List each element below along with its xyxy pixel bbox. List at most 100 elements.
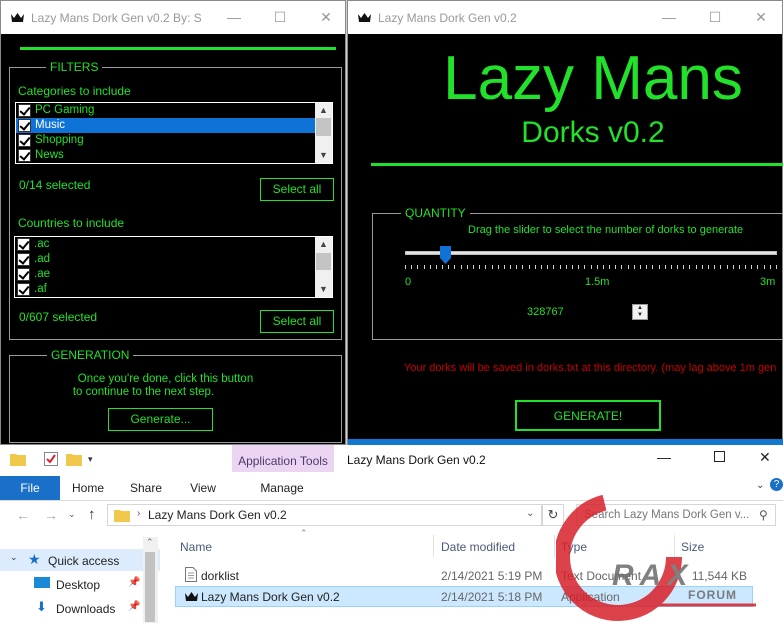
list-item[interactable]: .ae (15, 267, 332, 282)
recent-locations-icon[interactable]: ⌄ (68, 509, 76, 520)
list-item[interactable]: News (16, 148, 332, 163)
breadcrumb[interactable]: Lazy Mans Dork Gen v0.2 (148, 508, 287, 522)
slider-tick (516, 265, 518, 269)
nav-scrollbar[interactable]: ⌃ (143, 537, 158, 623)
scroll-thumb[interactable] (145, 552, 155, 622)
select-all-categories-button[interactable]: Select all (260, 178, 334, 201)
slider-tick (466, 265, 468, 269)
address-bar[interactable]: › Lazy Mans Dork Gen v0.2 ⌄ (107, 504, 542, 526)
close-button[interactable]: ✕ (759, 449, 771, 466)
slider-tick (429, 265, 431, 269)
list-item[interactable]: PC Gaming (16, 103, 332, 118)
quantity-slider-thumb[interactable] (440, 246, 452, 264)
minimize-button[interactable]: — (211, 1, 257, 34)
address-dropdown-icon[interactable]: ⌄ (526, 508, 534, 519)
expand-chevron-icon[interactable]: ⌄ (10, 552, 18, 563)
search-icon[interactable]: ⚲ (759, 508, 768, 522)
select-all-countries-button[interactable]: Select all (260, 310, 334, 333)
checkbox[interactable] (18, 149, 31, 162)
sidebar-item-label[interactable]: Quick access (48, 554, 119, 568)
list-item-selected[interactable]: Music (16, 118, 332, 133)
slider-tick (435, 265, 437, 269)
checkbox[interactable] (17, 268, 30, 281)
folder-icon[interactable] (10, 452, 26, 466)
slider-tick (541, 265, 543, 269)
checkbox[interactable] (17, 253, 30, 266)
close-button[interactable]: ✕ (303, 1, 349, 34)
column-name[interactable]: Name (180, 540, 212, 554)
customize-toolbar-icon[interactable]: ▾ (88, 454, 93, 465)
sidebar-item-downloads[interactable]: Downloads (56, 602, 115, 616)
pin-icon[interactable]: 📌 (128, 577, 140, 588)
slider-tick (689, 265, 691, 269)
back-arrow-icon[interactable]: ← (16, 507, 30, 523)
maximize-button[interactable]: ☐ (257, 1, 303, 34)
slider-tick (448, 265, 450, 269)
checkbox[interactable] (17, 283, 30, 296)
tab-home[interactable]: Home (60, 476, 116, 500)
title-bar[interactable]: Lazy Mans Dork Gen v0.2 By: Sto... — ☐ ✕ (1, 1, 345, 34)
slider-tick (584, 265, 586, 269)
app-heading: Lazy Mans (443, 44, 743, 113)
scroll-down-arrow-icon[interactable]: ▼ (315, 282, 332, 297)
title-bar[interactable]: Lazy Mans Dork Gen v0.2 — ☐ ✕ (348, 1, 782, 34)
help-icon[interactable]: ? (770, 478, 783, 491)
vertical-scrollbar[interactable]: ▲ ▼ (315, 103, 332, 163)
maximize-button[interactable]: ☐ (692, 1, 738, 34)
column-date-modified[interactable]: Date modified (441, 540, 515, 554)
stepper-up-icon[interactable]: ▲ (633, 305, 647, 312)
categories-count: 0/14 selected (19, 178, 91, 192)
generate-button[interactable]: GENERATE! (515, 400, 661, 431)
up-arrow-icon[interactable]: ↑ (88, 506, 96, 523)
tab-share[interactable]: Share (116, 476, 176, 500)
breadcrumb-chevron-icon[interactable]: › (137, 508, 140, 519)
slider-tick (664, 265, 666, 269)
column-divider[interactable] (433, 535, 434, 557)
column-divider[interactable] (554, 535, 555, 557)
checkbox[interactable] (17, 238, 30, 251)
quantity-stepper[interactable]: ▲ ▼ (632, 304, 648, 320)
pin-icon[interactable]: 📌 (128, 601, 140, 612)
forward-arrow-icon[interactable]: → (44, 507, 58, 523)
scroll-thumb[interactable] (316, 253, 331, 270)
new-folder-icon[interactable] (66, 452, 82, 466)
list-item[interactable]: .af (15, 282, 332, 297)
slider-tick (677, 265, 679, 269)
checkbox[interactable] (18, 104, 31, 117)
close-button[interactable]: ✕ (738, 1, 783, 34)
scroll-up-arrow-icon[interactable]: ⌃ (146, 537, 154, 548)
slider-tick (565, 265, 567, 269)
tab-file[interactable]: File (0, 476, 60, 500)
scroll-thumb[interactable] (316, 118, 331, 136)
list-item[interactable]: Shopping (16, 133, 332, 148)
minimize-button[interactable]: — (657, 449, 671, 465)
slider-max-label: 3m (760, 276, 776, 288)
properties-icon[interactable] (44, 452, 58, 466)
tab-manage[interactable]: Manage (232, 476, 332, 500)
categories-list[interactable]: PC Gaming Music Shopping News ▲ ▼ (15, 102, 333, 164)
slider-tick (503, 265, 505, 269)
scroll-up-arrow-icon[interactable]: ▲ (315, 103, 332, 118)
stepper-down-icon[interactable]: ▼ (633, 312, 647, 319)
scroll-down-arrow-icon[interactable]: ▼ (315, 148, 332, 163)
checkbox[interactable] (18, 119, 31, 132)
slider-tick (559, 265, 561, 269)
expand-ribbon-icon[interactable]: ⌄ (756, 480, 764, 491)
list-item[interactable]: .ad (15, 252, 332, 267)
slider-tick (510, 265, 512, 269)
scroll-up-arrow-icon[interactable]: ▲ (315, 237, 332, 252)
generation-group: GENERATION Once you're done, click this … (9, 348, 342, 443)
checkbox[interactable] (18, 134, 31, 147)
tab-view[interactable]: View (176, 476, 230, 500)
list-item[interactable]: .ac (15, 237, 332, 252)
countries-list[interactable]: .ac .ad .ae .af ▲ ▼ (14, 236, 333, 298)
generate-next-button[interactable]: Generate... (108, 408, 213, 431)
vertical-scrollbar[interactable]: ▲ ▼ (315, 237, 332, 297)
filters-label: FILTERS (46, 60, 103, 74)
sidebar-item-desktop[interactable]: Desktop (56, 578, 100, 592)
slider-tick (491, 265, 493, 269)
minimize-button[interactable]: — (646, 1, 692, 34)
quantity-slider-track[interactable] (405, 251, 777, 255)
maximize-button[interactable] (714, 451, 725, 462)
sort-indicator-icon: ⌃ (300, 528, 308, 538)
